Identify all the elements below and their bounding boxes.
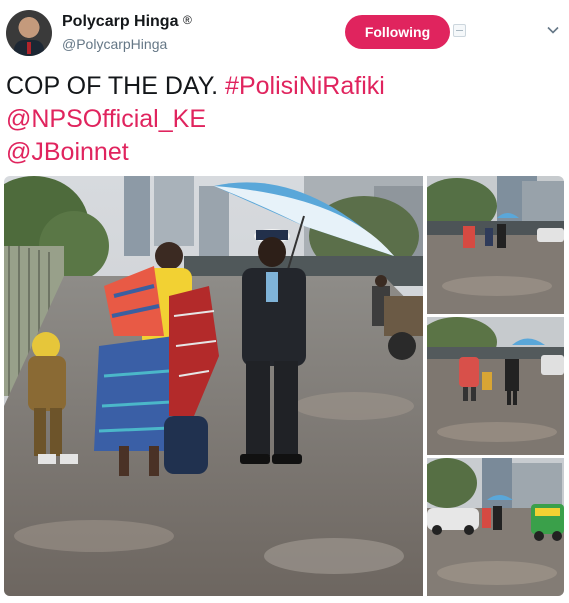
following-button[interactable]: Following	[345, 15, 450, 49]
avatar-tie	[27, 42, 31, 54]
hashtag-link[interactable]: #PolisiNiRafiki	[225, 72, 385, 100]
media-grid	[4, 176, 564, 596]
photo-side-1[interactable]	[427, 176, 564, 314]
photo-side-3[interactable]	[427, 458, 564, 596]
tweet-line-1: COP OF THE DAY. #PolisiNiRafiki	[6, 70, 562, 103]
author-mark: ®	[182, 13, 192, 27]
tweet-header: Polycarp Hinga ® @PolycarpHinga Followin…	[0, 0, 569, 64]
author-name-text: Polycarp Hinga	[62, 13, 179, 30]
avatar[interactable]	[6, 10, 52, 56]
photo-side-3-image	[427, 458, 564, 596]
author-handle[interactable]: @PolycarpHinga	[62, 36, 167, 52]
block-icon[interactable]	[453, 24, 466, 37]
mention-link-nps[interactable]: @NPSOfficial_KE	[6, 103, 562, 136]
photo-side-2-image	[427, 317, 564, 455]
photo-main[interactable]	[4, 176, 423, 596]
photo-main-image	[4, 176, 423, 596]
photo-side-2[interactable]	[427, 317, 564, 455]
chevron-down-icon[interactable]	[547, 24, 559, 36]
tweet-text-prefix: COP OF THE DAY.	[6, 72, 226, 100]
tweet-text: COP OF THE DAY. #PolisiNiRafiki @NPSOffi…	[6, 70, 562, 169]
author-name[interactable]: Polycarp Hinga ®	[62, 13, 192, 31]
photo-side-1-image	[427, 176, 564, 314]
mention-link-boinnet[interactable]: @JBoinnet	[6, 136, 562, 169]
